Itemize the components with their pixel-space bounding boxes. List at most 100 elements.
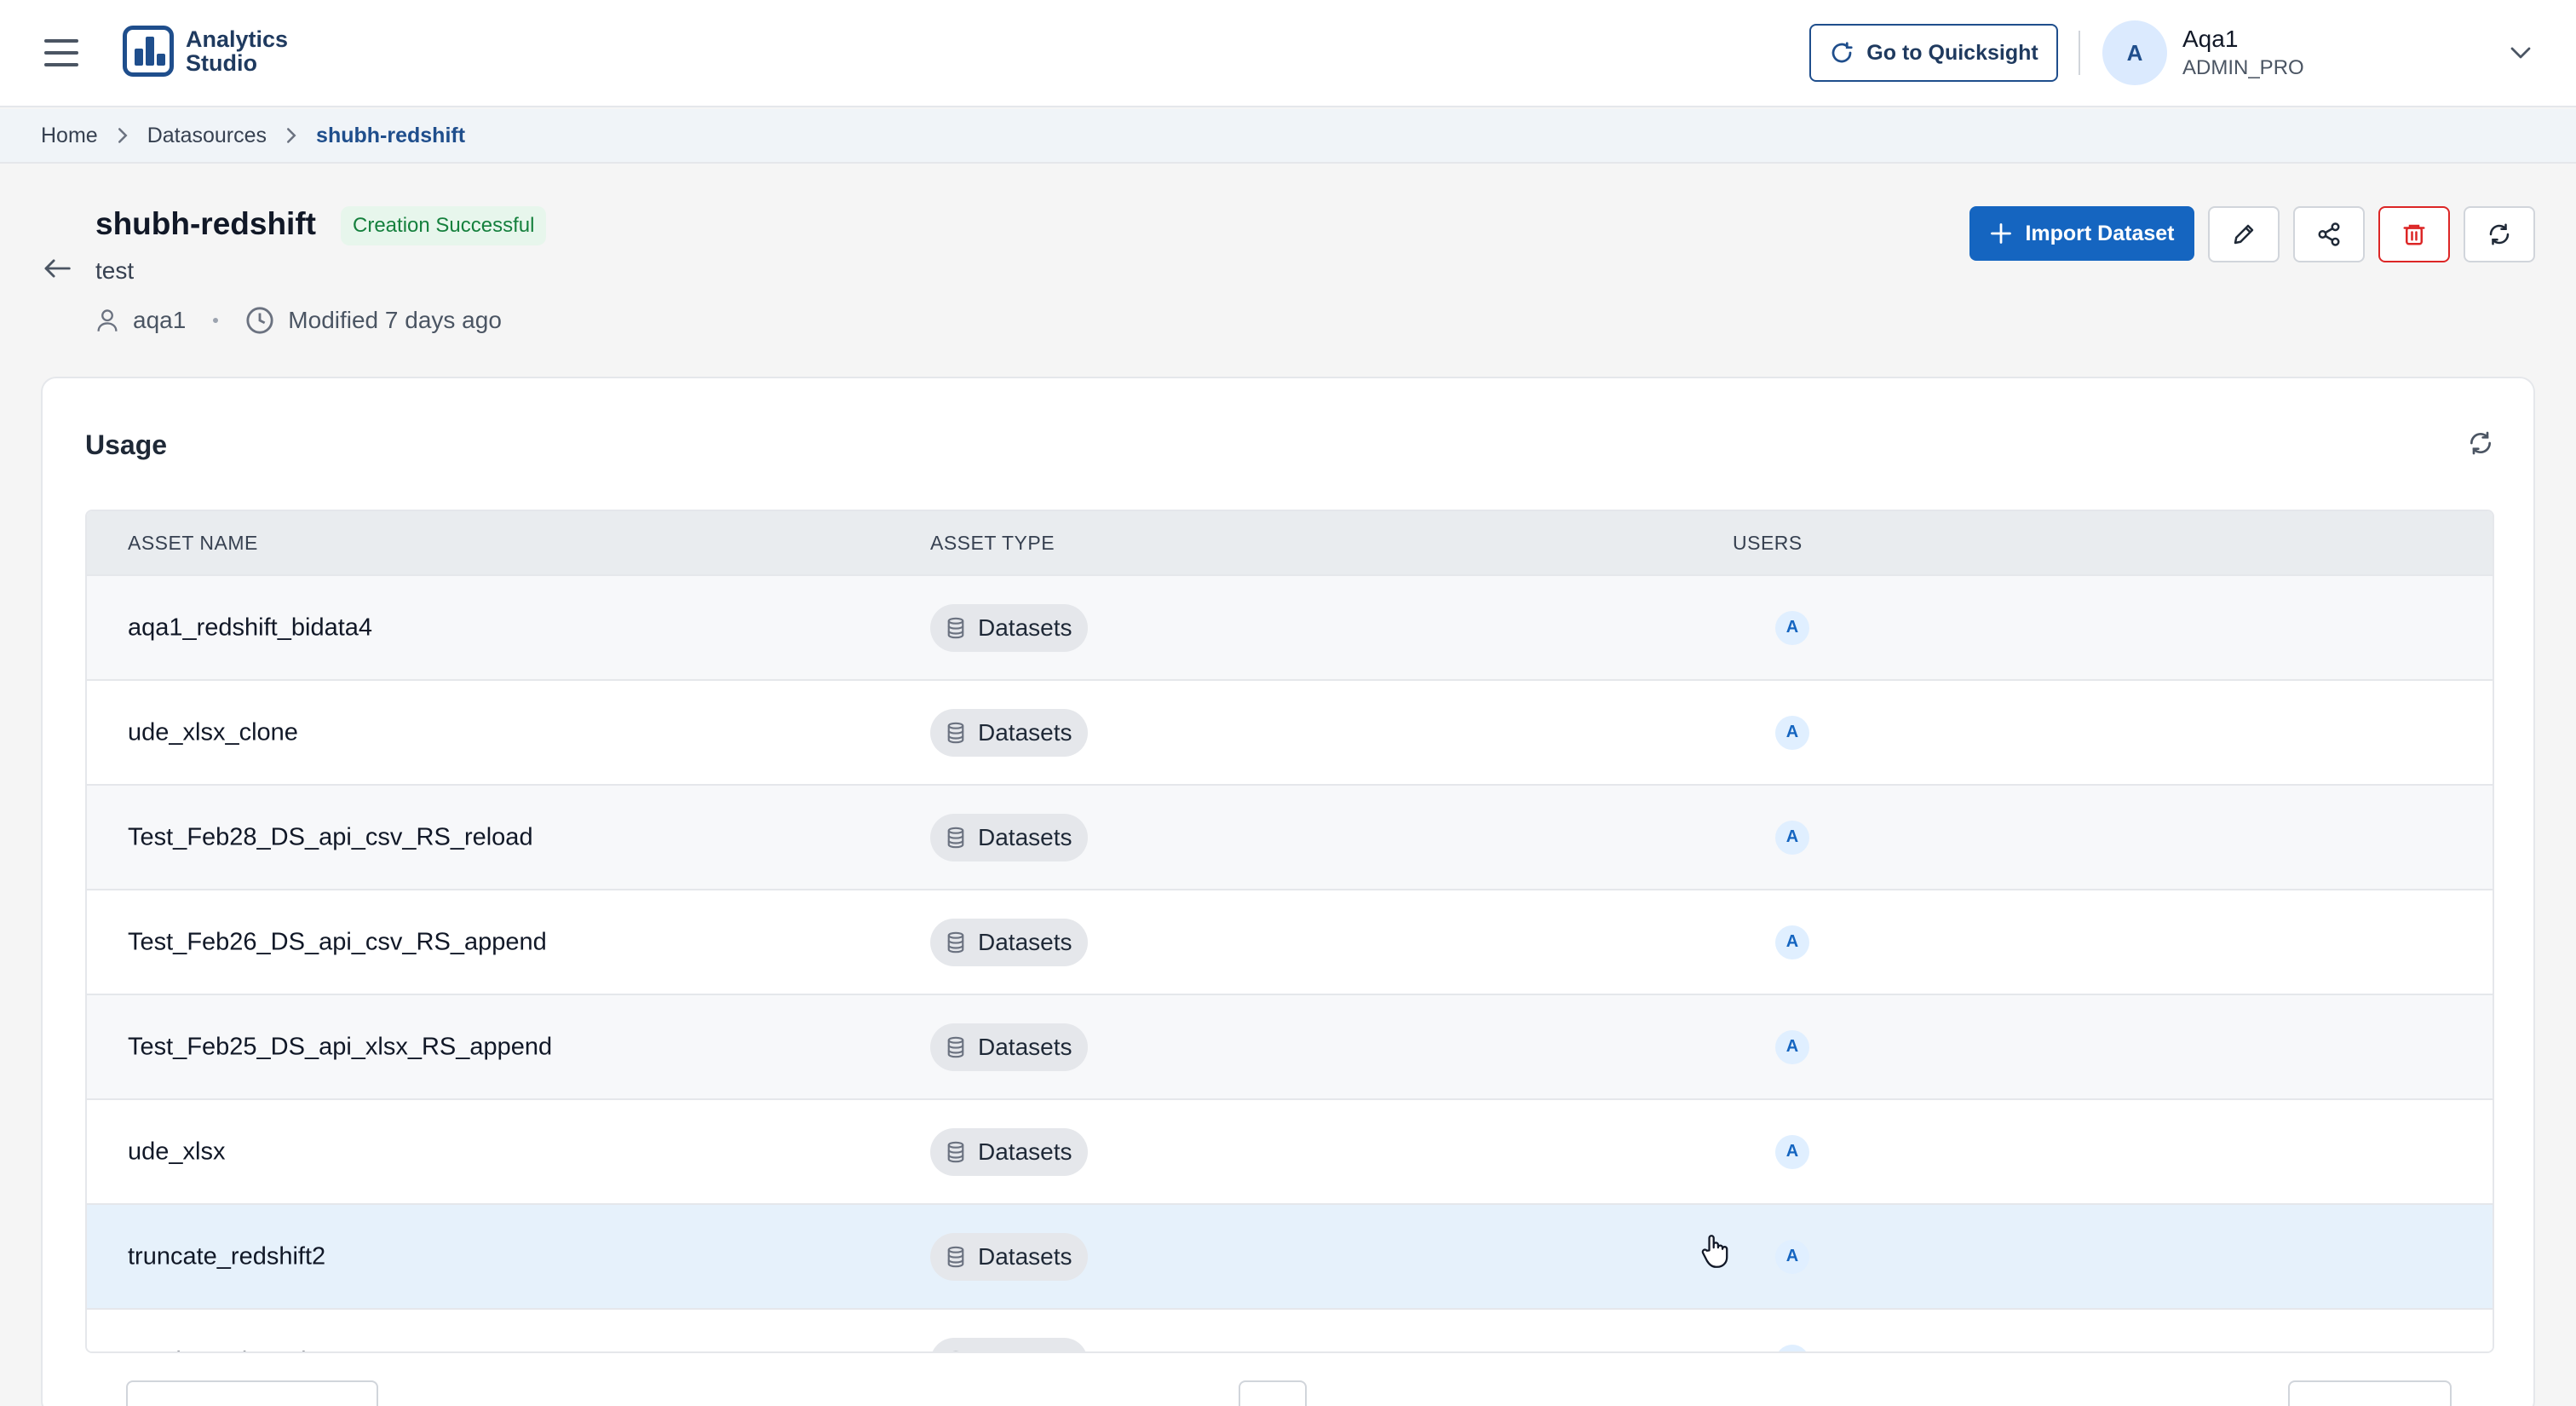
- asset-type-pill: Datasets: [930, 918, 1088, 966]
- database-icon: [947, 722, 964, 743]
- database-icon: [947, 1036, 964, 1057]
- datasource-description: test: [95, 257, 135, 284]
- datasource-meta: aqa1 Modified 7 days ago: [95, 303, 502, 337]
- users-cell: A: [1775, 1344, 1809, 1351]
- user-avatar[interactable]: A: [1775, 925, 1809, 959]
- next-page-button[interactable]: [2288, 1380, 2452, 1406]
- column-header-users[interactable]: USERS: [1733, 532, 1803, 555]
- asset-type-pill: Datasets: [930, 603, 1088, 652]
- users-cell: A: [1775, 715, 1809, 750]
- users-cell: A: [1775, 1239, 1809, 1274]
- breadcrumb-home[interactable]: Home: [41, 124, 98, 148]
- pencil-icon: [2234, 224, 2254, 245]
- edit-button[interactable]: [2208, 206, 2280, 262]
- asset-type-badge: Datasets: [930, 1023, 1088, 1071]
- table-row[interactable]: Test_Feb26_DS_api_csv_RS_append Datasets A: [87, 889, 2493, 994]
- users-cell: A: [1775, 1029, 1809, 1064]
- asset-type-label: Datasets: [978, 1242, 1072, 1270]
- asset-type-badge: Datasets: [930, 708, 1088, 757]
- asset-type-label: Datasets: [978, 1033, 1072, 1060]
- asset-name[interactable]: Test_Feb26_DS_api_csv_RS_append: [128, 928, 547, 956]
- owner-name: aqa1: [133, 307, 187, 333]
- table-row[interactable]: ude_xlsx Datasets A: [87, 1098, 2493, 1203]
- asset-type-label: Datasets: [978, 1348, 1072, 1352]
- user-avatar[interactable]: A: [1775, 715, 1809, 750]
- clock-icon: [246, 307, 273, 334]
- database-icon: [946, 1351, 966, 1354]
- user-role: ADMIN_PRO: [2182, 56, 2304, 79]
- users-cell: A: [1775, 1134, 1809, 1169]
- usage-table: ASSET NAME ASSET TYPE USERS aqa1_redshif…: [85, 510, 2494, 1353]
- chevron-right-icon: [285, 127, 297, 144]
- user-avatar[interactable]: A: [1775, 1239, 1809, 1274]
- user-avatar[interactable]: A: [1775, 1029, 1809, 1064]
- user-avatar[interactable]: A: [2102, 20, 2167, 85]
- asset-type-pill: Datasets: [930, 1337, 1088, 1354]
- asset-type-badge: Datasets: [930, 1337, 1088, 1354]
- trash-icon: [2403, 224, 2425, 245]
- share-button[interactable]: [2293, 206, 2365, 262]
- users-cell: A: [1775, 820, 1809, 855]
- asset-type-pill: Datasets: [930, 813, 1088, 861]
- asset-type-badge: Datasets: [930, 1232, 1088, 1281]
- hamburger-icon[interactable]: [44, 39, 78, 66]
- status-badge: Creation Successful: [341, 206, 547, 245]
- table-body: aqa1_redshift_bidata4 Datasets Aude_xlsx_c…: [87, 574, 2493, 1354]
- asset-name[interactable]: Test_Feb28_DS_api_csv_RS_reload: [128, 823, 533, 851]
- user-avatar[interactable]: A: [1775, 1344, 1809, 1351]
- table-row[interactable]: Test_Feb28_DS_api_csv_RS_reload Datasets A: [87, 784, 2493, 889]
- breadcrumb-current: shubh-redshift: [316, 123, 466, 147]
- go-to-quicksight-button[interactable]: Go to Quicksight: [1809, 24, 2058, 82]
- column-header-asset-type[interactable]: ASSET TYPE: [930, 532, 1055, 555]
- usage-card: Usage ASSET NAME ASSET TYPE USERS aqa1_r…: [41, 377, 2535, 1406]
- asset-type-pill: Datasets: [930, 1023, 1088, 1071]
- user-avatar[interactable]: A: [1775, 820, 1809, 855]
- asset-name[interactable]: truncate_redshift2: [128, 1242, 325, 1271]
- import-dataset-button[interactable]: Import Dataset: [1969, 206, 2194, 261]
- page-title: shubh-redshift: [95, 206, 316, 241]
- asset-type-badge: Datasets: [930, 918, 1088, 966]
- table-row[interactable]: truncate_redshift2 Datasets A: [87, 1203, 2493, 1308]
- column-header-asset-name[interactable]: ASSET NAME: [128, 532, 258, 555]
- users-cell: A: [1775, 610, 1809, 645]
- table-row[interactable]: testdata_view_dataset Datasets A: [87, 1308, 2493, 1354]
- refresh-button[interactable]: [2464, 206, 2535, 262]
- plus-icon: [1991, 223, 2012, 244]
- asset-name[interactable]: testdata_view_dataset: [128, 1347, 374, 1351]
- user-avatar[interactable]: A: [1775, 610, 1809, 645]
- users-cell: A: [1775, 925, 1809, 959]
- separator-dot: [213, 318, 219, 323]
- breadcrumb-datasources[interactable]: Datasources: [147, 124, 267, 148]
- database-icon: [947, 1246, 964, 1267]
- page-number-button[interactable]: [1239, 1380, 1307, 1406]
- top-bar: Analytics Studio Go to Quicksight A Aqa1…: [0, 0, 2576, 107]
- external-refresh-icon: [1831, 42, 1853, 63]
- table-row[interactable]: Test_Feb25_DS_api_xlsx_RS_append Datasets…: [87, 994, 2493, 1098]
- app-logo[interactable]: Analytics Studio: [123, 24, 288, 78]
- asset-type-label: Datasets: [978, 1138, 1072, 1165]
- asset-type-label: Datasets: [978, 928, 1072, 955]
- asset-type-pill: Datasets: [930, 1127, 1088, 1176]
- asset-name[interactable]: aqa1_redshift_bidata4: [128, 614, 372, 642]
- table-row[interactable]: ude_xlsx_clone Datasets A: [87, 679, 2493, 784]
- person-icon: [97, 309, 118, 331]
- refresh-icon: [2489, 223, 2510, 245]
- delete-button[interactable]: [2378, 206, 2450, 262]
- asset-type-label: Datasets: [978, 823, 1072, 850]
- asset-type-badge: Datasets: [930, 1127, 1088, 1176]
- share-icon: [2318, 222, 2340, 246]
- go-to-quicksight-label: Go to Quicksight: [1866, 40, 2038, 65]
- import-dataset-label: Import Dataset: [2025, 221, 2175, 245]
- table-row[interactable]: aqa1_redshift_bidata4 Datasets A: [87, 574, 2493, 679]
- user-avatar[interactable]: A: [1775, 1134, 1809, 1169]
- asset-name[interactable]: ude_xlsx: [128, 1138, 225, 1166]
- arrow-left-icon[interactable]: [43, 257, 72, 279]
- refresh-icon[interactable]: [2467, 429, 2494, 457]
- previous-page-button[interactable]: [126, 1380, 378, 1406]
- database-icon: [947, 827, 964, 848]
- asset-name[interactable]: ude_xlsx_clone: [128, 718, 298, 746]
- asset-type-label: Datasets: [978, 718, 1072, 746]
- logo-text: Analytics Studio: [186, 26, 289, 76]
- asset-name[interactable]: Test_Feb25_DS_api_xlsx_RS_append: [128, 1033, 552, 1061]
- chevron-down-icon[interactable]: [2508, 43, 2533, 63]
